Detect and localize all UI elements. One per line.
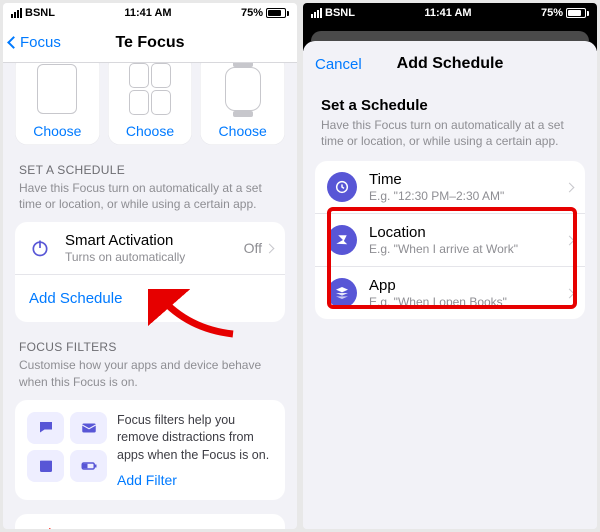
phone-left: BSNL 11:41 AM 75% Focus Te Focus Choose … bbox=[3, 3, 297, 529]
sheet-title: Add Schedule bbox=[397, 55, 504, 73]
clock-icon bbox=[327, 172, 357, 202]
back-button[interactable]: Focus bbox=[9, 34, 61, 51]
chevron-right-icon bbox=[565, 182, 575, 192]
chevron-right-icon bbox=[565, 235, 575, 245]
add-filter-button[interactable]: Add Filter bbox=[117, 472, 273, 488]
smart-activation-row[interactable]: Smart Activation Turns on automatically … bbox=[15, 222, 285, 274]
chevron-right-icon bbox=[265, 243, 275, 253]
carrier-label: BSNL bbox=[25, 7, 55, 19]
app-stack-icon bbox=[327, 278, 357, 308]
battery-icon bbox=[266, 8, 289, 18]
power-icon bbox=[27, 235, 53, 261]
status-time: 11:41 AM bbox=[424, 7, 471, 19]
tile-homescreen[interactable]: Choose bbox=[108, 63, 193, 145]
sheet-section-header: Set a Schedule Have this Focus turn on a… bbox=[303, 87, 597, 155]
tile-lockscreen[interactable]: Choose bbox=[15, 63, 100, 145]
schedule-section-header: SET A SCHEDULE Have this Focus turn on a… bbox=[3, 145, 297, 216]
delete-focus-button[interactable]: Delete Focus bbox=[15, 514, 285, 529]
appearance-tiles: Choose Choose Choose bbox=[3, 63, 297, 145]
tile-watch[interactable]: Choose bbox=[200, 63, 285, 145]
schedule-time-row[interactable]: Time E.g. "12:30 PM–2:30 AM" bbox=[315, 161, 585, 213]
signal-icon bbox=[311, 8, 322, 18]
location-icon bbox=[327, 225, 357, 255]
phone-right: BSNL 11:41 AM 75% Cancel Add Schedule Se… bbox=[303, 3, 597, 529]
chevron-right-icon bbox=[565, 288, 575, 298]
mail-icon bbox=[70, 412, 107, 444]
battery-pct: 75% bbox=[541, 7, 563, 19]
add-schedule-button[interactable]: Add Schedule bbox=[15, 274, 285, 322]
chevron-left-icon bbox=[7, 36, 20, 49]
chat-icon bbox=[27, 412, 64, 444]
cancel-button[interactable]: Cancel bbox=[315, 56, 362, 73]
schedule-location-row[interactable]: Location E.g. "When I arrive at Work" bbox=[315, 213, 585, 266]
sheet-nav: Cancel Add Schedule bbox=[303, 41, 597, 87]
lockscreen-art-icon bbox=[37, 64, 77, 114]
calendar-icon bbox=[27, 450, 64, 482]
schedule-app-row[interactable]: App E.g. "When I open Books" bbox=[315, 266, 585, 319]
carrier-label: BSNL bbox=[325, 7, 355, 19]
filters-card: Focus filters help you remove distractio… bbox=[15, 400, 285, 501]
status-time: 11:41 AM bbox=[124, 7, 171, 19]
status-bar: BSNL 11:41 AM 75% bbox=[3, 3, 297, 23]
smart-activation-value: Off bbox=[244, 240, 262, 256]
status-bar: BSNL 11:41 AM 75% bbox=[303, 3, 597, 23]
watch-art-icon bbox=[225, 67, 261, 111]
filters-section-header: FOCUS FILTERS Customise how your apps an… bbox=[3, 322, 297, 393]
battery-icon bbox=[566, 8, 589, 18]
back-label: Focus bbox=[20, 34, 61, 51]
schedule-card: Smart Activation Turns on automatically … bbox=[15, 222, 285, 322]
battery-low-icon bbox=[70, 450, 107, 482]
filters-description: Focus filters help you remove distractio… bbox=[117, 412, 273, 465]
filter-icons-grid bbox=[27, 412, 107, 482]
signal-icon bbox=[11, 8, 22, 18]
schedule-options-card: Time E.g. "12:30 PM–2:30 AM" Location E.… bbox=[315, 161, 585, 319]
nav-bar: Focus Te Focus bbox=[3, 23, 297, 63]
add-schedule-sheet: Cancel Add Schedule Set a Schedule Have … bbox=[303, 41, 597, 529]
page-title: Te Focus bbox=[115, 34, 184, 52]
homescreen-art-icon bbox=[129, 63, 171, 115]
battery-pct: 75% bbox=[241, 7, 263, 19]
